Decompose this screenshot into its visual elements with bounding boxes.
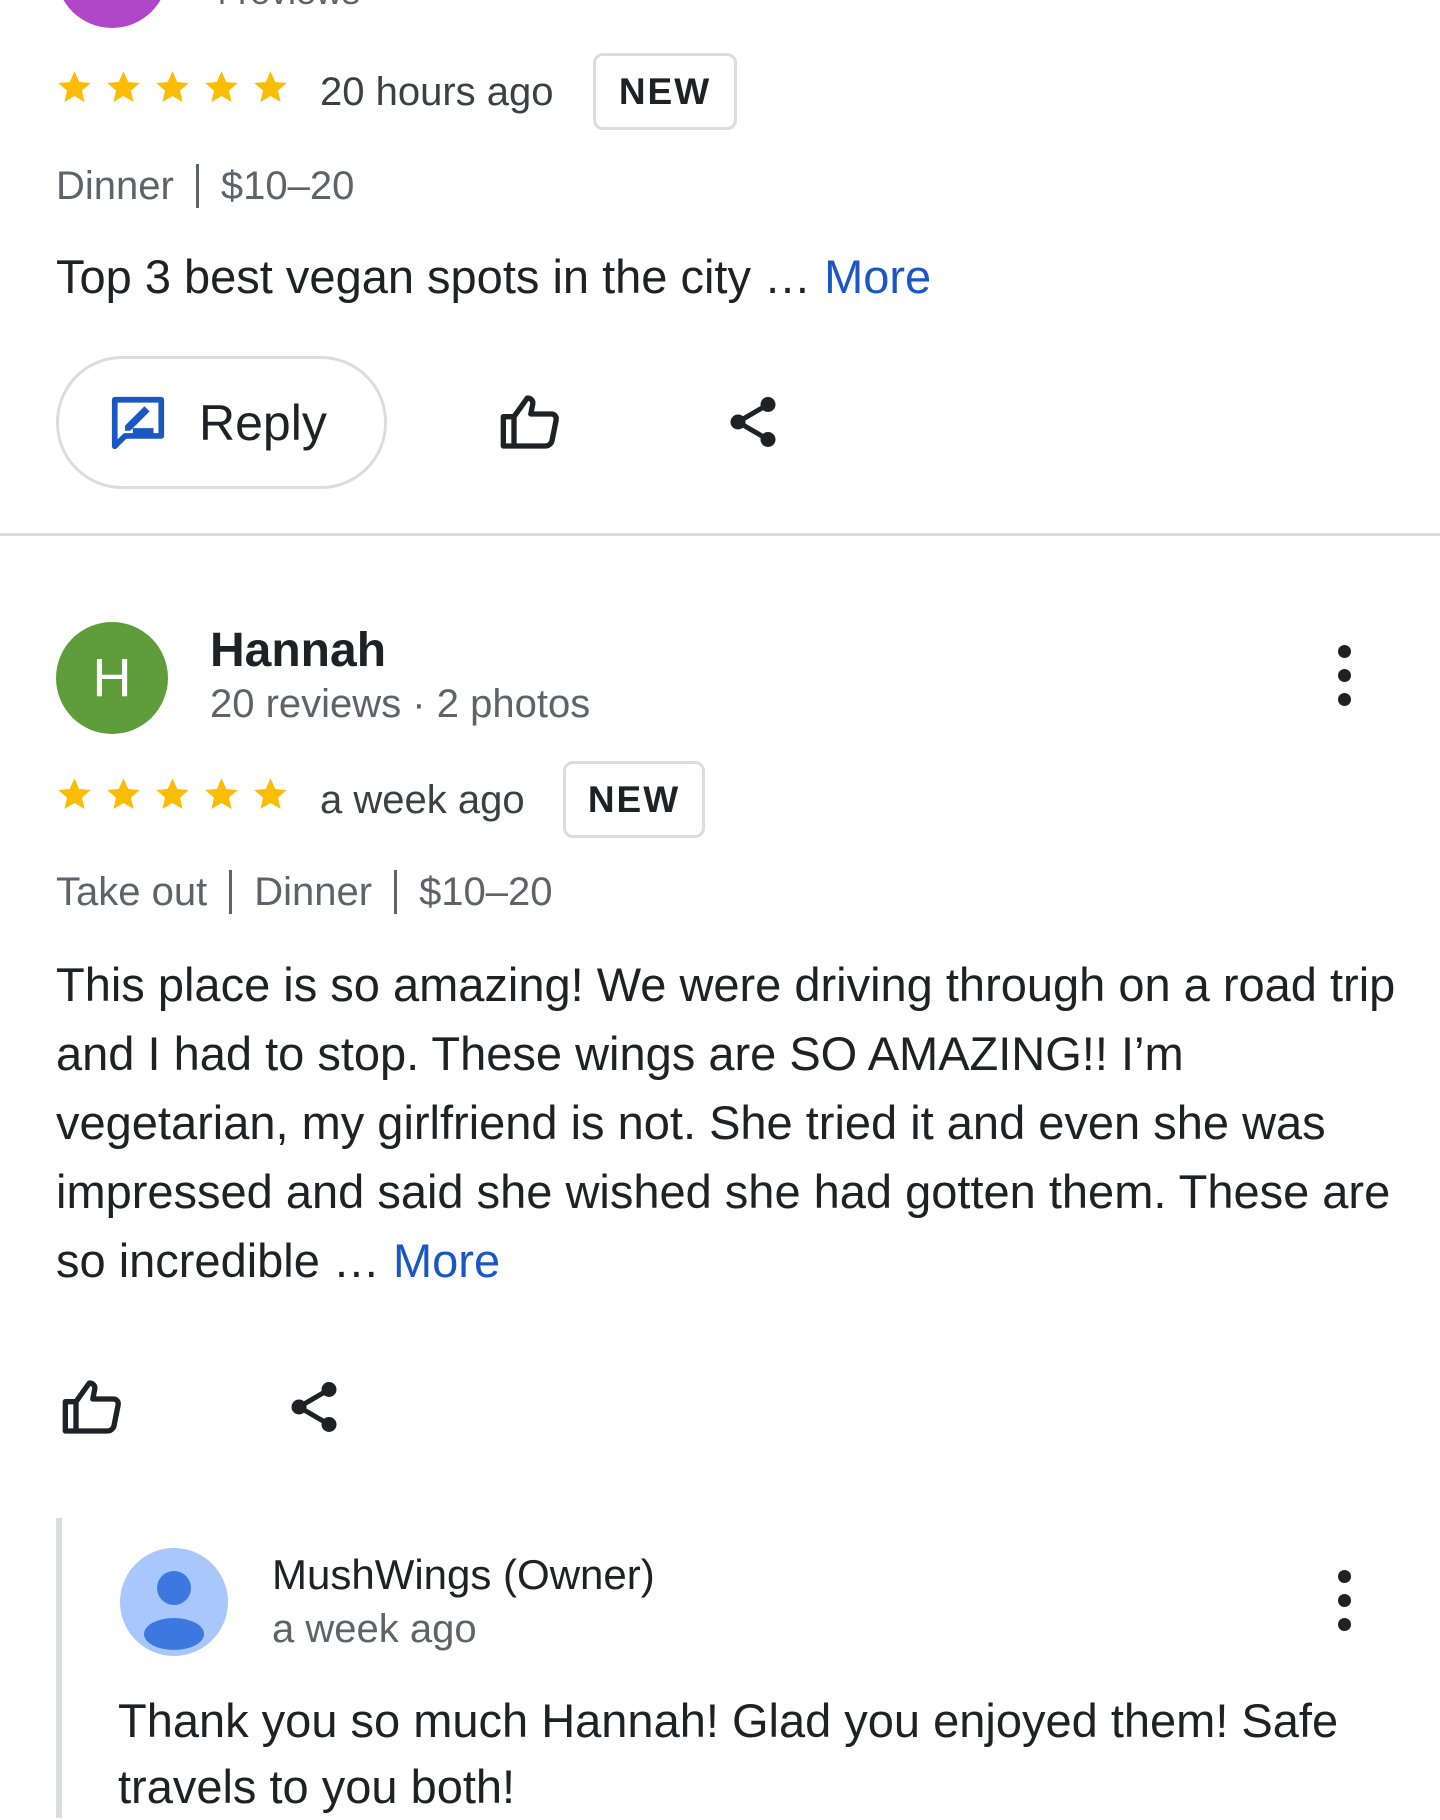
thumbs-up-icon [62, 1380, 121, 1434]
reviewer-avatar[interactable] [56, 0, 168, 28]
new-badge: NEW [563, 761, 705, 838]
review-meta: Take out Dinner $10–20 [56, 868, 553, 916]
meta-service: Take out [56, 869, 208, 914]
reviewer-name[interactable]: Hannah [210, 624, 386, 678]
like-button[interactable] [52, 1367, 132, 1447]
more-link[interactable]: More [824, 250, 931, 303]
owner-reply-time: a week ago [272, 1607, 477, 1651]
meta-price: $10–20 [220, 163, 355, 208]
review-time: 20 hours ago [320, 70, 554, 114]
review-text: This place is so amazing! We were drivin… [56, 950, 1406, 1295]
meta-divider [394, 870, 398, 914]
review-text: Top 3 best vegan spots in the city … Mor… [56, 242, 1386, 311]
meta-divider [229, 870, 233, 914]
meta-price: $10–20 [419, 869, 553, 914]
owner-reply-text: Thank you so much Hannah! Glad you enjoy… [118, 1694, 1339, 1813]
reply-edit-icon [111, 396, 165, 449]
meta-meal: Dinner [56, 163, 174, 208]
star-icon [254, 778, 287, 809]
owner-name: MushWings (Owner) [272, 1551, 655, 1598]
star-icon [254, 71, 287, 102]
person-icon[interactable] [120, 1548, 228, 1656]
review-text-body: Top 3 best vegan spots in the city … [56, 250, 812, 303]
like-button[interactable] [490, 382, 570, 462]
reviewer-stats: 20 reviews · 2 photos [210, 682, 591, 726]
share-button[interactable] [274, 1367, 354, 1447]
star-icon [205, 778, 238, 809]
star-icon [58, 778, 91, 809]
review-divider [0, 533, 1440, 536]
star-icon [58, 71, 91, 102]
star-icon [205, 71, 238, 102]
more-link[interactable]: More [393, 1234, 500, 1287]
reply-label: Reply [199, 394, 327, 451]
reviewer-review-count: 4 reviews [208, 0, 360, 12]
review-meta: Dinner $10–20 [56, 162, 354, 210]
thumbs-up-icon [500, 395, 559, 449]
share-icon [291, 1382, 337, 1432]
meta-meal: Dinner [254, 869, 373, 914]
share-button[interactable] [713, 382, 793, 462]
owner-avatar-graphic [144, 1571, 204, 1650]
meta-divider [195, 164, 199, 208]
review-time: a week ago [320, 778, 525, 822]
new-badge: NEW [593, 53, 737, 130]
star-rating [55, 775, 300, 814]
more-vert-icon[interactable] [1324, 635, 1364, 715]
star-rating [55, 68, 300, 107]
star-icon [156, 71, 189, 102]
star-icon [156, 778, 189, 809]
star-icon [107, 778, 140, 809]
avatar[interactable]: H [56, 622, 168, 734]
share-icon [730, 397, 776, 447]
star-icon [107, 71, 140, 102]
review-text-body: This place is so amazing! We were drivin… [56, 958, 1396, 1287]
reply-button[interactable]: Reply [56, 356, 387, 489]
more-vert-icon[interactable] [1324, 1560, 1364, 1640]
avatar-letter: H [92, 648, 132, 708]
owner-reply-indicator [56, 1518, 62, 1818]
